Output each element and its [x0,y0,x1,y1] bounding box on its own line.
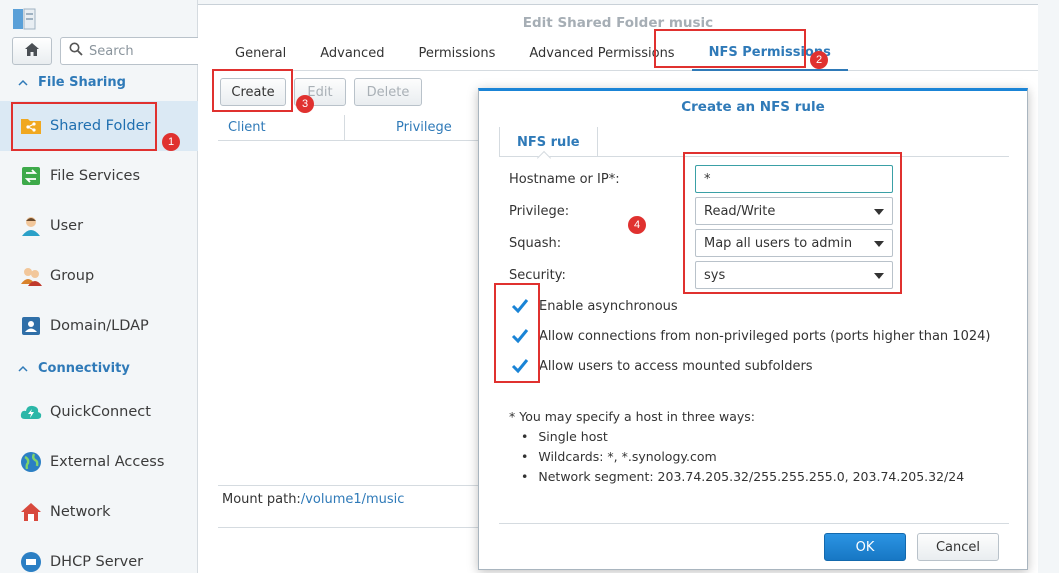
cancel-button[interactable]: Cancel [917,533,999,561]
dialog-footer-divider [499,523,1009,524]
mounted-subfolders-option[interactable]: Allow users to access mounted subfolders [511,355,813,377]
sidebar-item-dhcp-server[interactable]: DHCP Server [0,537,198,573]
create-button[interactable]: Create [220,78,286,106]
search-icon [69,42,83,60]
section-label: File Sharing [38,74,126,90]
sidebar-item-label: File Services [50,168,141,184]
sidebar-item-external-access[interactable]: External Access [0,437,198,487]
divider [218,485,488,486]
sidebar-item-quickconnect[interactable]: QuickConnect [0,387,198,437]
tab-permissions[interactable]: Permissions [401,35,512,71]
column-divider [344,115,345,141]
divider [218,527,488,528]
mount-path-label: Mount path: [222,492,301,507]
home-button[interactable] [12,37,52,65]
hostname-input[interactable]: * [695,165,893,193]
hostname-label: Hostname or IP*: [509,172,620,187]
checkbox-label: Allow connections from non-privileged po… [539,328,991,344]
host-format-note: * You may specify a host in three ways: … [509,407,964,487]
search-placeholder: Search [89,43,134,59]
section-connectivity[interactable]: Connectivity [18,358,130,378]
home-icon [24,42,40,61]
note-item: Network segment: 203.74.205.32/255.255.2… [521,467,964,487]
mount-path: Mount path:/volume1/music [222,492,404,507]
non-privileged-ports-option[interactable]: Allow connections from non-privileged po… [511,325,990,347]
external-access-icon [20,451,42,473]
checkbox-label: Allow users to access mounted subfolders [539,358,813,374]
domain-ldap-icon [20,315,42,337]
note-item: Wildcards: *, *.synology.com [521,447,964,467]
security-label: Security: [509,268,566,283]
control-panel-icon[interactable] [12,8,36,30]
tab-nfs-rule[interactable]: NFS rule [499,127,598,157]
sidebar-item-label: External Access [50,454,165,470]
create-nfs-rule-dialog: Create an NFS rule NFS rule Hostname or … [478,88,1028,570]
dhcp-server-icon [20,551,42,573]
squash-value: Map all users to admin [704,235,853,251]
enable-asynchronous-option[interactable]: Enable asynchronous [511,295,678,317]
checkbox-label: Enable asynchronous [539,298,678,314]
sidebar-item-user[interactable]: User [0,201,198,251]
tab-general[interactable]: General [218,35,303,71]
section-file-sharing[interactable]: File Sharing [18,72,126,92]
security-select[interactable]: sys [695,261,893,289]
sidebar-item-label: User [50,218,84,234]
file-services-icon [20,165,42,187]
annotation-badge-3: 3 [296,95,314,113]
column-privilege[interactable]: Privilege [396,120,452,135]
privilege-value: Read/Write [704,203,776,219]
note-list: Single host Wildcards: *, *.synology.com… [521,427,964,487]
network-icon [20,501,42,523]
dialog-title: Create an NFS rule [681,99,825,115]
note-heading: * You may specify a host in three ways: [509,409,755,424]
privilege-select[interactable]: Read/Write [695,197,893,225]
chevron-down-icon [874,273,884,279]
group-icon [20,265,42,287]
search-input[interactable]: Search [60,37,205,65]
sidebar-item-file-services[interactable]: File Services [0,151,198,201]
tab-advanced-permissions[interactable]: Advanced Permissions [512,35,691,71]
sidebar-item-label: Shared Folder [50,118,151,134]
sidebar-item-network[interactable]: Network [0,487,198,537]
chevron-up-icon [18,75,28,90]
shared-folder-icon [20,115,42,137]
squash-select[interactable]: Map all users to admin [695,229,893,257]
sidebar-item-label: Group [50,268,95,284]
sidebar-item-domain-ldap[interactable]: Domain/LDAP [0,301,198,351]
sidebar-item-label: DHCP Server [50,554,144,570]
security-value: sys [704,267,726,283]
squash-label: Squash: [509,236,562,251]
annotation-badge-4: 4 [628,216,646,234]
dialog-tab-bar: NFS rule [499,121,1009,166]
ok-button[interactable]: OK [824,533,906,561]
chevron-down-icon [874,209,884,215]
column-client[interactable]: Client [228,120,266,135]
quickconnect-icon [20,401,42,423]
checkbox-checked-icon[interactable] [511,357,529,375]
sidebar-item-group[interactable]: Group [0,251,198,301]
checkbox-checked-icon[interactable] [511,327,529,345]
tab-bar: General Advanced Permissions Advanced Pe… [218,35,1038,71]
sidebar-item-label: Domain/LDAP [50,318,149,334]
sidebar: Search File Sharing Shared Folder File S… [0,0,205,573]
delete-button[interactable]: Delete [354,78,422,106]
chevron-up-icon [18,361,28,376]
checkbox-checked-icon[interactable] [511,297,529,315]
annotation-badge-1: 1 [162,133,180,151]
rules-table-header: Client Privilege [218,115,498,141]
privilege-label: Privilege: [509,204,570,219]
sidebar-item-label: Network [50,504,111,520]
section-label: Connectivity [38,360,130,376]
annotation-badge-2: 2 [810,51,828,69]
sidebar-item-label: QuickConnect [50,404,151,420]
chevron-down-icon [874,241,884,247]
mount-path-value: /volume1/music [300,492,405,507]
window-title: Edit Shared Folder music [522,15,714,31]
tab-advanced[interactable]: Advanced [303,35,401,71]
user-icon [20,215,42,237]
note-item: Single host [521,427,964,447]
